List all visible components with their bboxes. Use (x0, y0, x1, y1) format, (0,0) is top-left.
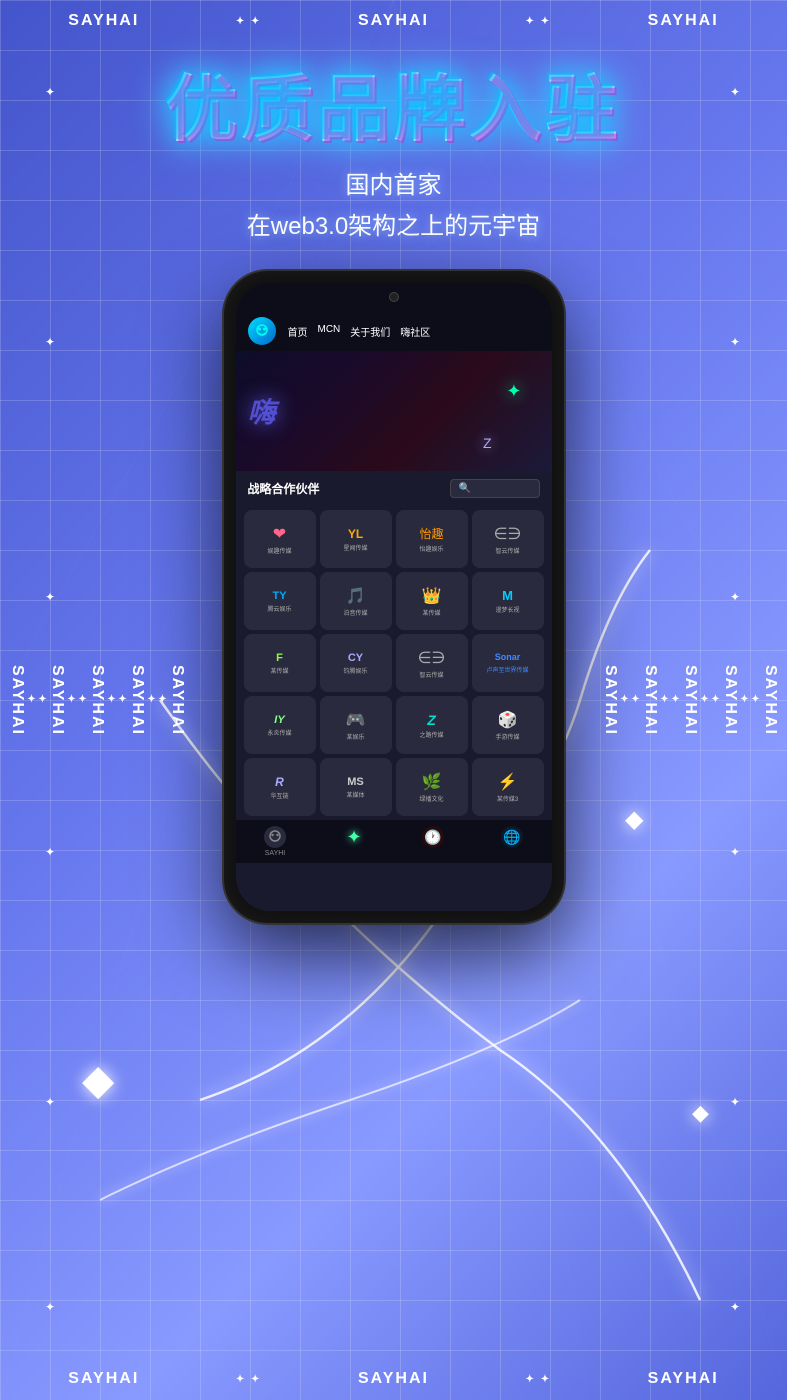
brand-card-8[interactable]: M 漫梦长视 (472, 572, 544, 630)
search-icon: 🔍 (459, 483, 471, 494)
star-deco-2: ✦ ✦ (526, 16, 552, 27)
brand-card-9[interactable]: F 某传媒 (244, 634, 316, 692)
star-right-4: ✦ (699, 694, 710, 707)
phone-hero-decorative-text: 嗨 (248, 391, 275, 431)
nav-home[interactable]: 首页 (288, 324, 308, 339)
glow-star: Z (483, 435, 492, 451)
star-deco-bottom-1: ✦ ✦ (236, 1374, 262, 1385)
star-left-3: ✦ (117, 694, 128, 707)
star-left-4: ✦ (106, 694, 117, 707)
star-left-7: ✦ (37, 694, 48, 707)
sayhai-right-4: SAYHAI (641, 665, 659, 736)
brand-card-15[interactable]: Z 之路传媒 (396, 696, 468, 754)
star-left-1: ✦ (157, 694, 168, 707)
phone-mockup: 首页 MCN 关于我们 嗨社区 嗨 ✦ Z (224, 271, 564, 923)
app-nav: 首页 MCN 关于我们 嗨社区 (236, 311, 552, 351)
star-left-2: ✦ (146, 694, 157, 707)
sayhai-left-3: SAYHAI (88, 665, 106, 736)
nav-mcn[interactable]: MCN (318, 324, 341, 339)
sayhai-right-5: SAYHAI (601, 665, 619, 736)
brand-grid: ❤ 娱趣传媒 YL 星闻传媒 怡趣 (236, 506, 552, 820)
star-left-6: ✦ (66, 694, 77, 707)
brand-card-2[interactable]: YL 星闻传媒 (320, 510, 392, 568)
section-title: 战略合作伙伴 (248, 480, 320, 497)
sayhai-left-2: SAYHAI (128, 665, 146, 736)
sayhai-right-3: SAYHAI (681, 665, 699, 736)
sayhai-right-1: SAYHAI (761, 665, 779, 736)
star-right-6: ✦ (659, 694, 670, 707)
sayhai-left-4: SAYHAI (48, 665, 66, 736)
app-logo (248, 317, 276, 345)
sayhai-right-border: SAYHAI ✦ ✦ SAYHAI ✦ ✦ SAYHAI ✦ ✦ SAYHAI … (593, 0, 787, 1400)
brand-card-sonar[interactable]: Sonar 卢声至世界传媒 (472, 634, 544, 692)
brand-card-19[interactable]: 🌿 绿播文化 (396, 758, 468, 816)
star-left-5: ✦ (77, 694, 88, 707)
brand-card-16[interactable]: 🎲 手游传媒 (472, 696, 544, 754)
brand-card-5[interactable]: TY 腾云娱乐 (244, 572, 316, 630)
phone-outer: 首页 MCN 关于我们 嗨社区 嗨 ✦ Z (224, 271, 564, 923)
brand-card-3[interactable]: 怡趣 怡趣娱乐 (396, 510, 468, 568)
search-box[interactable]: 🔍 (450, 479, 540, 498)
star-deco-bottom-2: ✦ ✦ (526, 1374, 552, 1385)
brand-card-7[interactable]: 👑 某传媒 (396, 572, 468, 630)
bottom-nav-sayhi[interactable]: SAYHI (264, 826, 286, 857)
bottom-nav-globe[interactable]: 🌐 (501, 826, 523, 857)
brand-card-14[interactable]: 🎮 某娱乐 (320, 696, 392, 754)
star-right-3: ✦ (710, 694, 721, 707)
nav-about[interactable]: 关于我们 (350, 324, 390, 339)
sayhai-label-2: SAYHAI (358, 12, 429, 30)
bottom-nav-label-sayhi: SAYHI (265, 850, 286, 857)
brand-card-13[interactable]: IY 永炎传媒 (244, 696, 316, 754)
bottom-nav-star[interactable]: ✦ (343, 826, 365, 857)
brand-card-20[interactable]: ⚡ 某传媒3 (472, 758, 544, 816)
phone-inner: 首页 MCN 关于我们 嗨社区 嗨 ✦ Z (236, 283, 552, 911)
star-left-8: ✦ (26, 694, 37, 707)
phone-hero-image: 嗨 ✦ Z (236, 351, 552, 471)
brand-card-10[interactable]: CY 钧腾娱乐 (320, 634, 392, 692)
star-right-7: ✦ (630, 694, 641, 707)
brand-card-18[interactable]: MS 某媒体 (320, 758, 392, 816)
screen-content: 首页 MCN 关于我们 嗨社区 嗨 ✦ Z (236, 311, 552, 911)
bottom-nav-clock[interactable]: 🕐 (422, 826, 444, 857)
brand-card-1[interactable]: ❤ 娱趣传媒 (244, 510, 316, 568)
nav-community[interactable]: 嗨社区 (400, 324, 430, 339)
brand-card-11[interactable]: ∈∋ 智云传媒 (396, 634, 468, 692)
star-right-5: ✦ (670, 694, 681, 707)
sayhai-left-1: SAYHAI (168, 665, 186, 736)
brand-card-4[interactable]: ∈∋ 智云传媒 (472, 510, 544, 568)
sayhai-left-border: SAYHAI ✦ ✦ SAYHAI ✦ ✦ SAYHAI ✦ ✦ SAYHAI … (0, 0, 194, 1400)
camera-dot (389, 292, 399, 302)
sayhai-right-2: SAYHAI (721, 665, 739, 736)
section-header: 战略合作伙伴 🔍 (236, 471, 552, 506)
star-right-8: ✦ (619, 694, 630, 707)
brand-card-6[interactable]: 🎵 泊音传媒 (320, 572, 392, 630)
phone-top-bar (236, 283, 552, 311)
sayhai-left-5: SAYHAI (8, 665, 26, 736)
sayhai-bottom-2: SAYHAI (358, 1370, 429, 1388)
star-deco-1: ✦ ✦ (236, 16, 262, 27)
star-right-2: ✦ (739, 694, 750, 707)
glow-butterfly: ✦ (506, 381, 521, 402)
phone-bottom-nav: SAYHI ✦ 🕐 (236, 820, 552, 863)
star-right-1: ✦ (750, 694, 761, 707)
brand-card-17[interactable]: R 华互链 (244, 758, 316, 816)
nav-items: 首页 MCN 关于我们 嗨社区 (288, 324, 431, 339)
